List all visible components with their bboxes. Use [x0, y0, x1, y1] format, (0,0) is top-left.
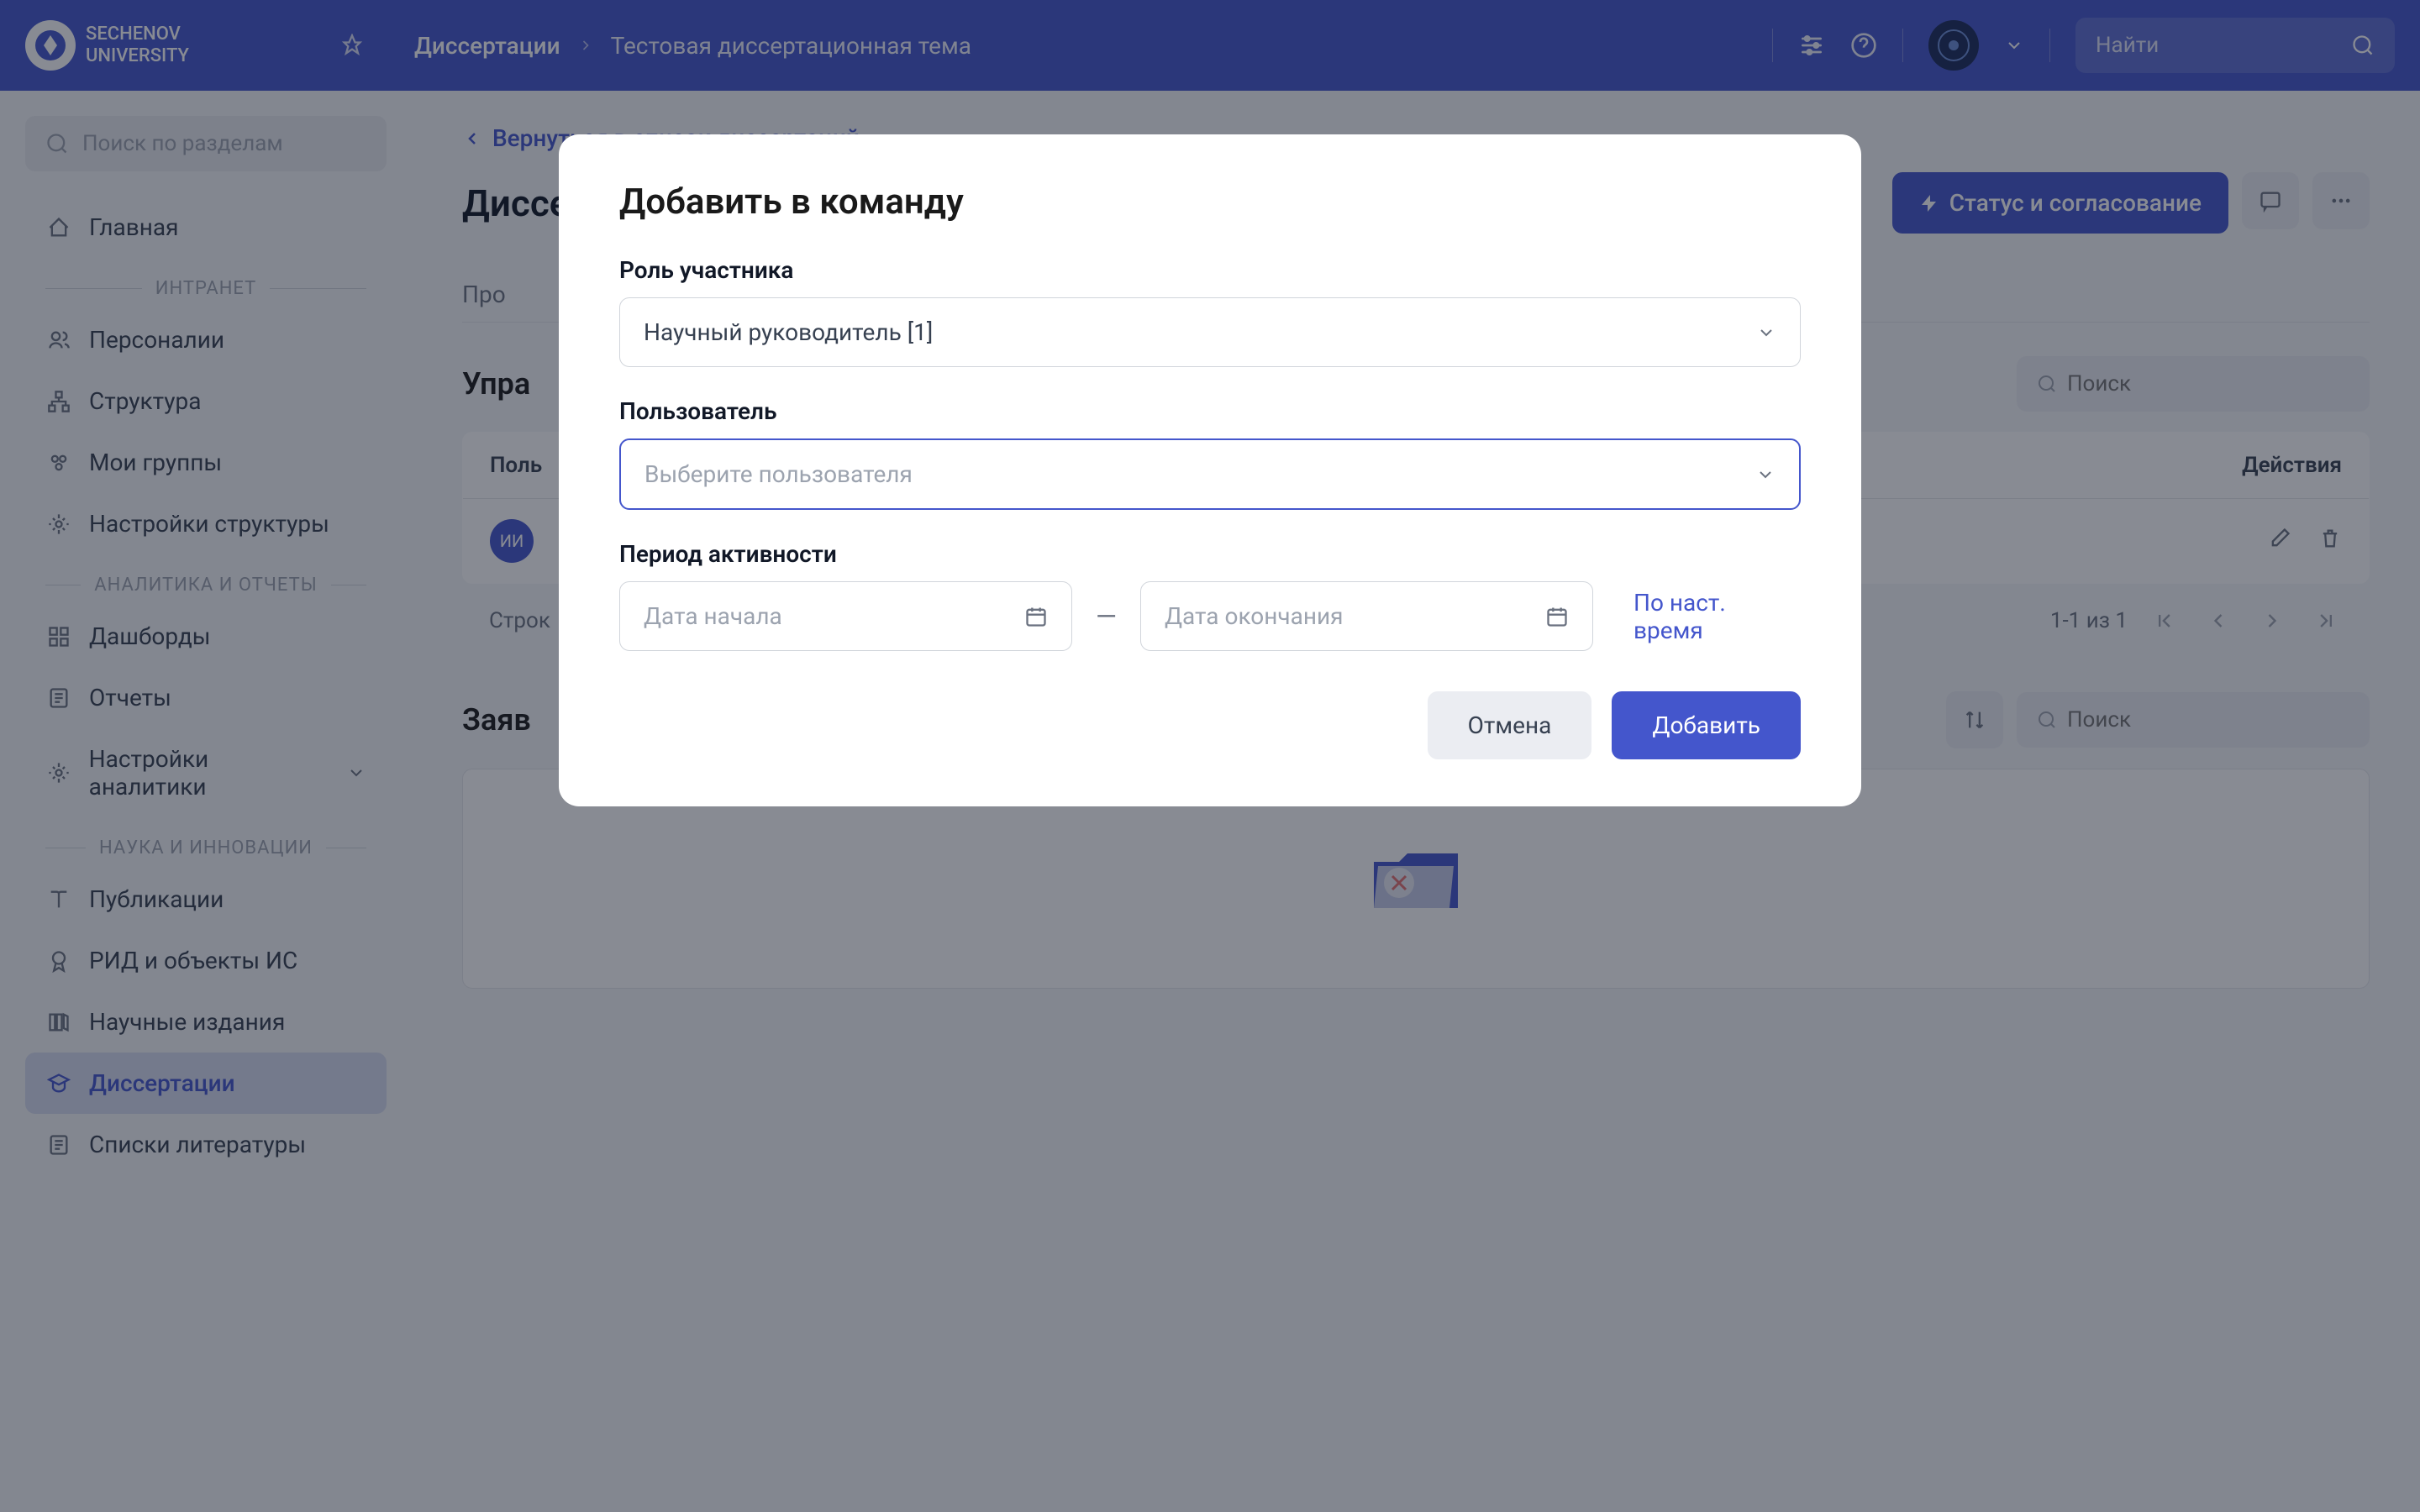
submit-button[interactable]: Добавить: [1612, 691, 1801, 759]
current-time-link[interactable]: По наст. время: [1634, 589, 1801, 644]
user-label: Пользователь: [619, 397, 1801, 425]
chevron-down-icon: [1755, 465, 1776, 485]
period-label: Период активности: [619, 540, 1801, 568]
calendar-icon: [1545, 605, 1569, 628]
modal-title: Добавить в команду: [619, 181, 1801, 223]
user-select[interactable]: Выберите пользователя: [619, 438, 1801, 510]
date-start-input[interactable]: Дата начала: [619, 581, 1072, 651]
date-separator: —: [1096, 601, 1117, 633]
chevron-down-icon: [1756, 323, 1776, 343]
date-end-input[interactable]: Дата окончания: [1140, 581, 1593, 651]
role-select[interactable]: Научный руководитель [1]: [619, 297, 1801, 367]
cancel-button[interactable]: Отмена: [1428, 691, 1592, 759]
calendar-icon: [1024, 605, 1048, 628]
modal-overlay[interactable]: Добавить в команду Роль участника Научны…: [0, 0, 2420, 1512]
add-to-team-modal: Добавить в команду Роль участника Научны…: [559, 134, 1861, 806]
role-label: Роль участника: [619, 256, 1801, 284]
